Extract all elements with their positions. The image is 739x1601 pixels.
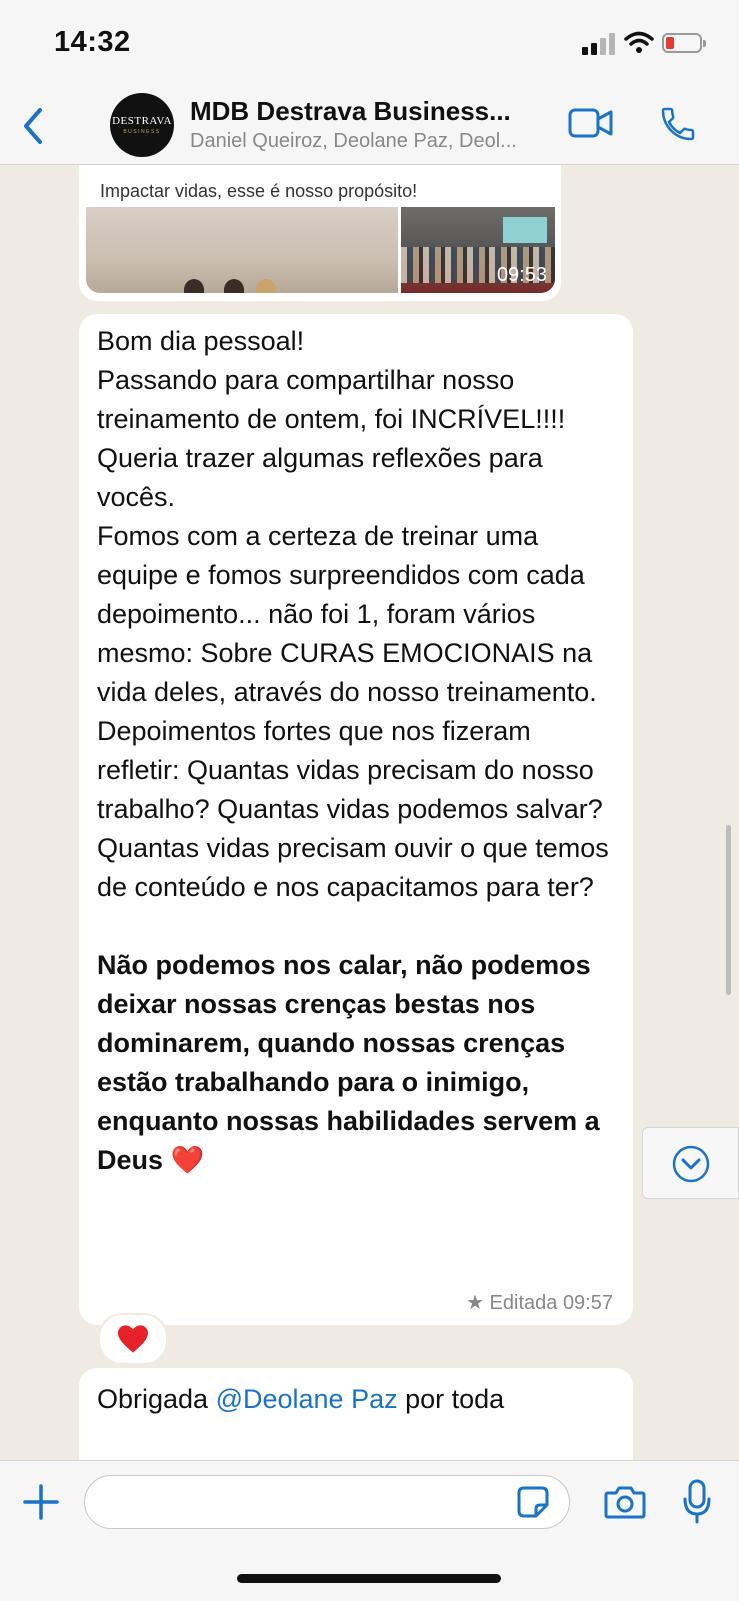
plus-icon[interactable] [22, 1483, 60, 1521]
status-bar: 14:32 [0, 0, 739, 88]
chat-title[interactable]: MDB Destrava Business... [190, 96, 511, 127]
message-line: Passando para compartilhar nosso treinam… [97, 365, 566, 434]
signal-icon [582, 33, 615, 55]
camera-icon[interactable] [604, 1483, 646, 1521]
video-duration: 09:53 [496, 264, 547, 286]
wifi-icon [624, 31, 654, 53]
message-bubble-next[interactable]: Obrigada @Deolane Paz por toda [79, 1368, 633, 1460]
avatar-logo-subtext: BUSINESS [123, 129, 161, 135]
chat-header: DESTRAVA BUSINESS MDB Destrava Business.… [0, 88, 739, 165]
media-message-bubble[interactable]: Impactar vidas, esse é nosso propósito! … [79, 165, 561, 301]
edited-timestamp: ★ Editada 09:57 [466, 1292, 613, 1314]
scroll-to-bottom-button[interactable] [642, 1127, 739, 1199]
avatar-logo-text: DESTRAVA [112, 115, 172, 127]
message-line: Bom dia pessoal! [97, 326, 305, 356]
message-bubble[interactable]: Bom dia pessoal! Passando para compartil… [79, 314, 633, 1325]
sticker-icon[interactable] [516, 1485, 550, 1519]
group-photo-thumbnail[interactable]: 09:53 [401, 207, 555, 293]
microphone-icon[interactable] [682, 1479, 712, 1525]
message-text-next: Obrigada @Deolane Paz por toda [97, 1380, 504, 1419]
message-text-part: por toda [397, 1384, 505, 1414]
message-line: Fomos com a certeza de treinar uma equip… [97, 521, 609, 902]
message-line: Queria trazer algumas reflexões para voc… [97, 443, 543, 512]
mention-link[interactable]: @Deolane Paz [216, 1384, 398, 1414]
video-thumbnail[interactable] [86, 207, 398, 293]
video-call-icon[interactable] [568, 106, 614, 140]
message-input[interactable] [84, 1475, 570, 1529]
chat-participants[interactable]: Daniel Queiroz, Deolane Paz, Deol... [190, 130, 517, 153]
media-caption: Impactar vidas, esse é nosso propósito! [100, 181, 418, 201]
status-time: 14:32 [54, 26, 131, 58]
heart-icon [118, 1325, 148, 1353]
message-text: Bom dia pessoal! Passando para compartil… [97, 322, 617, 1180]
chevron-down-icon [672, 1145, 710, 1183]
group-avatar[interactable]: DESTRAVA BUSINESS [110, 93, 174, 157]
message-text-part: Obrigada [97, 1384, 216, 1414]
message-bold-text: Não podemos nos calar, não podemos deixa… [97, 950, 600, 1175]
heart-reaction[interactable] [98, 1313, 168, 1365]
home-indicator [237, 1574, 501, 1583]
battery-icon [662, 33, 706, 53]
scrollbar[interactable] [726, 825, 731, 995]
chat-area[interactable]: Impactar vidas, esse é nosso propósito! … [0, 165, 739, 1460]
back-chevron-icon[interactable] [18, 106, 48, 146]
input-bar [0, 1460, 739, 1601]
phone-icon[interactable] [658, 104, 698, 144]
